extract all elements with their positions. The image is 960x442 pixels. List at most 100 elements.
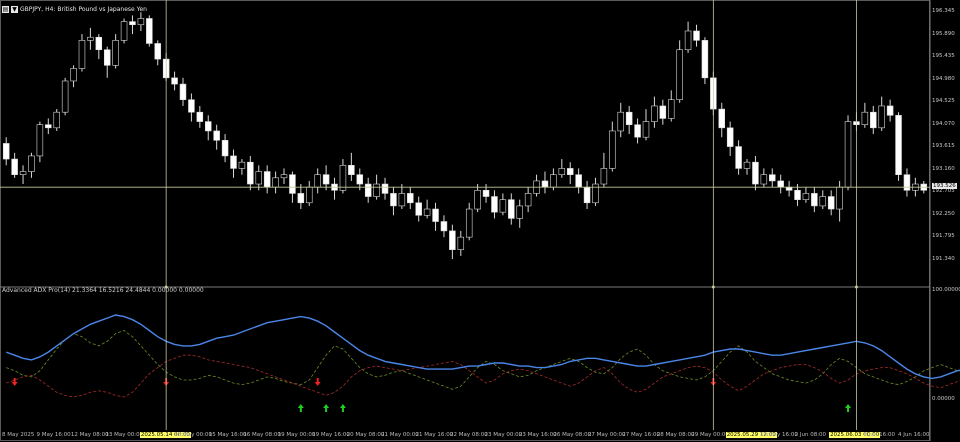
price-chart[interactable] — [0, 0, 960, 442]
time-label: 27 May 16:00 — [622, 432, 661, 438]
time-label: 23 May 00:00 — [484, 432, 523, 438]
dropdown-arrow-icon[interactable]: ▼ — [11, 5, 18, 13]
price-label: 192.250 — [932, 210, 955, 217]
price-label: 195.890 — [932, 30, 955, 37]
candle-body — [70, 68, 77, 82]
candle-body — [179, 83, 187, 101]
candle-body — [440, 221, 448, 232]
candle-body — [356, 174, 364, 185]
candle-body — [398, 193, 406, 207]
time-label: 29 May 00:00 — [691, 432, 729, 438]
time-label: 15 May 16:00 — [208, 432, 247, 438]
candle-body — [811, 193, 818, 207]
candle-body — [306, 186, 313, 204]
time-label: 20 May 08:00 — [346, 432, 385, 438]
candle-body — [221, 140, 229, 157]
price-label: 191.795 — [932, 233, 955, 239]
time-label: 22 May 08:00 — [450, 432, 488, 438]
time-label: 4 Jun 16:00 — [898, 432, 930, 438]
candle-body — [146, 18, 153, 44]
price-label: 194.525 — [932, 98, 955, 104]
time-label: 12 May 08:00 — [70, 432, 109, 438]
candle-body — [794, 189, 801, 200]
time-label: 2 Jun 08:00 — [794, 432, 827, 438]
candle-body — [415, 202, 422, 216]
candle-body — [78, 40, 86, 69]
candle-body — [499, 199, 507, 213]
candle-body — [204, 121, 212, 132]
price-label: 195.435 — [932, 53, 955, 59]
candle-body — [137, 18, 145, 26]
current-price-label: 193.526 — [932, 183, 957, 190]
candle-body — [524, 193, 532, 207]
time-label: 3 Jun 16:00 — [863, 432, 895, 438]
candle-body — [213, 130, 220, 141]
candle-body — [339, 165, 347, 191]
candle-body — [600, 168, 608, 185]
candle-body — [11, 158, 18, 175]
candle-body — [878, 105, 885, 129]
candle-body — [684, 30, 692, 51]
candle-body — [718, 108, 726, 129]
candle-body — [314, 174, 321, 188]
candle-body — [263, 171, 271, 188]
time-label: 9 May 16:00 — [36, 432, 71, 438]
candle-body — [457, 236, 465, 250]
candle-body — [676, 49, 683, 101]
candle-body — [508, 199, 515, 219]
time-label: 27 May 00:00 — [587, 432, 626, 438]
candle-body — [819, 196, 827, 207]
candle-body — [769, 174, 776, 182]
candle-body — [609, 130, 616, 169]
candle-body — [36, 124, 44, 157]
candle-body — [785, 186, 793, 191]
chart-title: GBPJPY, H4: British Pound vs Japanese Ye… — [20, 5, 147, 13]
candle-body — [465, 208, 473, 238]
candle-body — [381, 183, 389, 194]
indicator-scale-label: 100.00000 — [932, 287, 960, 293]
candle-body — [112, 40, 119, 66]
candle-body — [886, 105, 894, 116]
candle-body — [802, 193, 810, 200]
marker-dot — [854, 285, 858, 289]
indicator-label: Advanced ADX Pro(14) 21.3364 16.5216 24.… — [2, 287, 204, 294]
time-label: 15 May 00:00 — [174, 432, 213, 438]
candle-body — [95, 36, 103, 51]
time-label: 13 May 00:00 — [105, 432, 144, 438]
time-label: 21 May 16:00 — [415, 432, 454, 438]
time-label: 21 May 00:00 — [381, 432, 419, 438]
candle-body — [827, 196, 835, 210]
buy-signal-arrow-icon — [297, 404, 304, 412]
candle-body — [289, 174, 296, 194]
di-minus-line — [6, 354, 960, 398]
candle-body — [474, 189, 481, 210]
candle-body — [2, 143, 10, 160]
candle-body — [516, 205, 523, 219]
candle-body — [129, 21, 136, 26]
chart-symbol-icon[interactable]: ▤ — [2, 5, 9, 13]
candle-body — [407, 193, 414, 204]
time-label: 16 May 08:00 — [243, 432, 281, 438]
candle-body — [247, 161, 254, 185]
candle-body — [625, 111, 633, 125]
price-label: 194.980 — [932, 75, 955, 82]
candle-body — [348, 165, 355, 175]
candle-body — [659, 105, 667, 119]
candle-body — [297, 193, 305, 204]
candle-body — [449, 230, 456, 250]
time-label: 19 May 00:00 — [277, 432, 316, 438]
candle-body — [693, 30, 700, 41]
candle-body — [844, 121, 852, 188]
price-label: 196.345 — [932, 8, 955, 14]
candle-body — [196, 111, 204, 122]
price-label: 191.340 — [932, 255, 955, 262]
candle-body — [154, 43, 161, 60]
candle-body — [53, 111, 60, 129]
buy-signal-arrow-icon — [323, 404, 330, 412]
candle-body — [836, 186, 843, 210]
candle-body — [19, 171, 27, 175]
candle-body — [895, 115, 902, 175]
candle-body — [188, 99, 195, 113]
candle-body — [390, 193, 397, 207]
buy-signal-arrow-icon — [339, 404, 346, 412]
